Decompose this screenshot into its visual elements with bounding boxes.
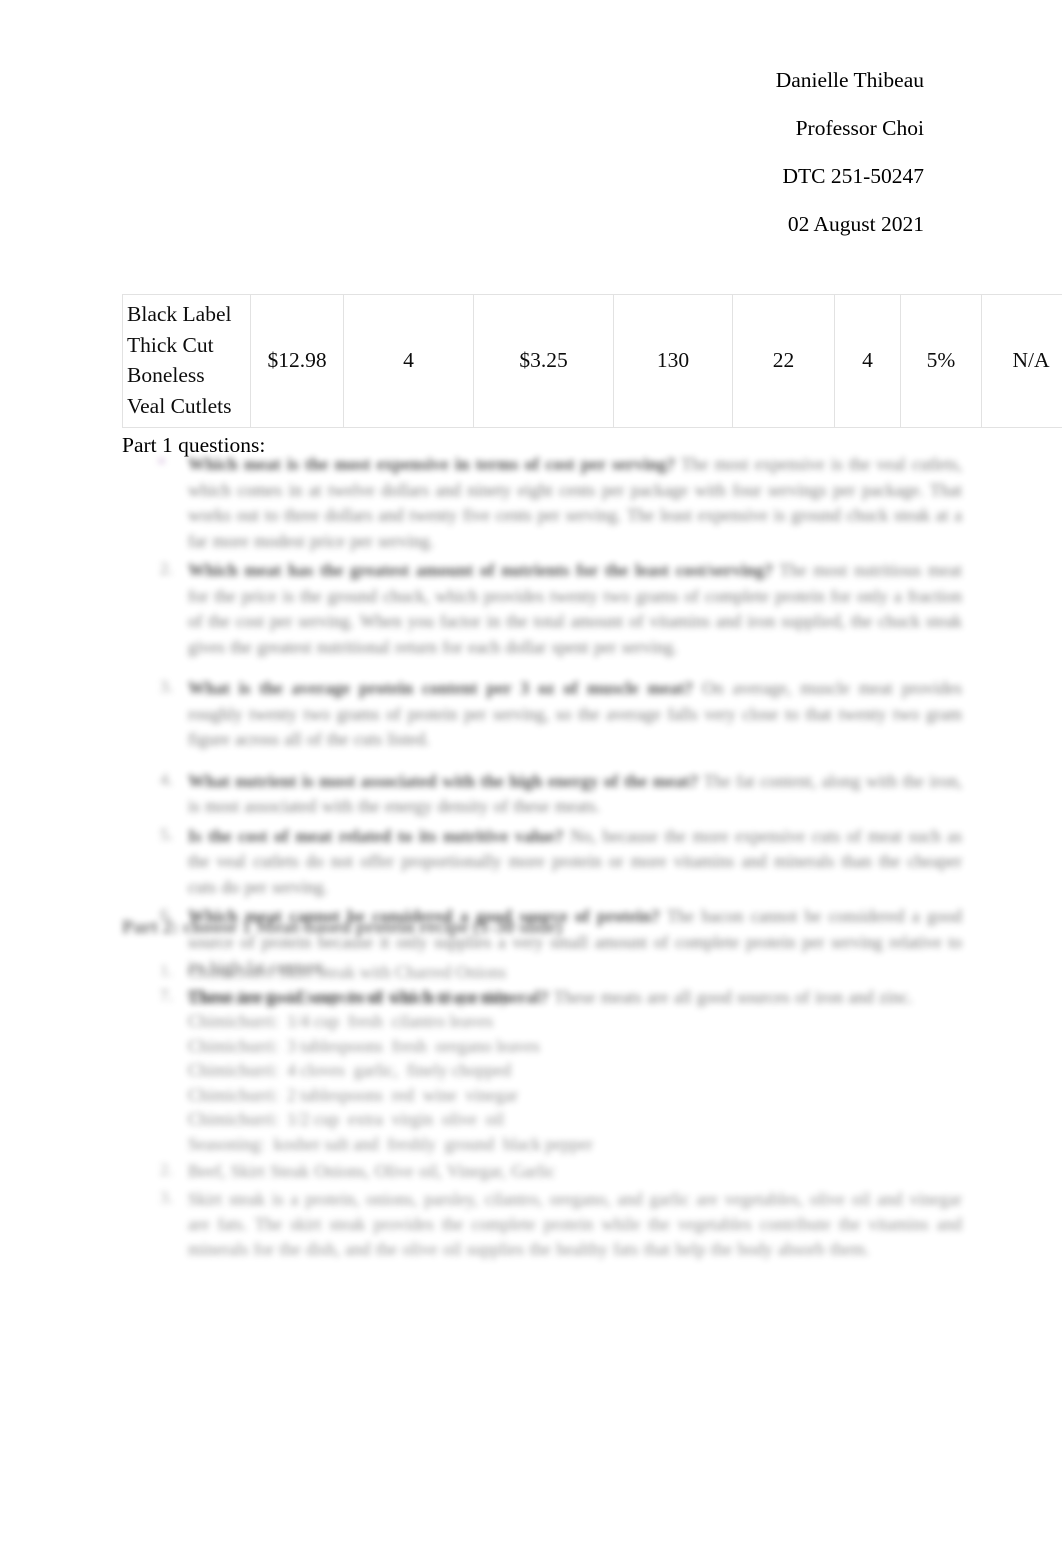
question-prompt: Which meat has the greatest amount of nu… bbox=[188, 560, 773, 580]
part2-heading: Part 2: choose 1 Meat-based protein reci… bbox=[122, 917, 563, 938]
question-text: What nutrient is most associated with th… bbox=[188, 769, 962, 820]
list-marker: 2. bbox=[160, 559, 173, 578]
recipe-text: Skirt steak is a protein, onions, parsle… bbox=[188, 1189, 962, 1259]
question-item: ▪ Which meat is the most expensive in te… bbox=[122, 450, 962, 554]
list-marker: 1. bbox=[160, 961, 173, 980]
table-cell-fat: 4 bbox=[834, 294, 901, 428]
list-marker: 3. bbox=[160, 677, 173, 696]
part2-list: 1. Chimichurri Skirt Steak with Charred … bbox=[122, 960, 962, 1262]
recipe-text: Beef, Skirt Steak Onions, Olive oil, Vin… bbox=[188, 1161, 556, 1181]
list-bullet-icon: ▪ bbox=[158, 450, 166, 472]
question-text: Is the cost of meat related to its nutri… bbox=[188, 824, 962, 901]
header-line-professor: Professor Choi bbox=[795, 116, 924, 140]
table-cell-package-price: $12.98 bbox=[250, 294, 344, 428]
recipe-item: 2. Beef, Skirt Steak Onions, Olive oil, … bbox=[122, 1159, 962, 1184]
table-cell-product-name: Black Label Thick Cut Boneless Veal Cutl… bbox=[122, 294, 251, 428]
recipe-lines: Chimichurri Skirt Steak with Charred Oni… bbox=[188, 960, 962, 1156]
document-page: Danielle Thibeau Professor Choi DTC 251-… bbox=[0, 0, 1062, 1561]
question-text: Which meat is the most expensive in term… bbox=[188, 452, 962, 554]
recipe-line: Chimichurri: 4 cloves garlic, finely cho… bbox=[188, 1060, 512, 1080]
question-text: What is the average protein content per … bbox=[188, 676, 962, 753]
table-cell-servings: 4 bbox=[343, 294, 474, 428]
recipe-line: Chimichurri: 3 tablespoons fresh oregano… bbox=[188, 1035, 540, 1056]
part2-heading-wrapper: Part 2: choose 1 Meat-based protein reci… bbox=[122, 915, 962, 941]
table-cell-iron: N/A bbox=[981, 294, 1062, 428]
recipe-item: 1. Chimichurri Skirt Steak with Charred … bbox=[122, 960, 962, 1156]
mla-header-block: Danielle Thibeau Professor Choi DTC 251-… bbox=[0, 56, 924, 248]
question-item: 3. What is the average protein content p… bbox=[122, 676, 962, 753]
header-line-course: DTC 251-50247 bbox=[782, 164, 924, 188]
question-text: Which meat has the greatest amount of nu… bbox=[188, 558, 962, 660]
question-prompt: What is the average protein content per … bbox=[188, 678, 694, 698]
list-marker: 3. bbox=[160, 1188, 173, 1207]
recipe-line: Seasoning: kosher salt and freshly groun… bbox=[188, 1133, 593, 1154]
recipe-line: Chimichurri: 1/4 cup fresh cilantro leav… bbox=[188, 1011, 494, 1031]
list-marker: 4. bbox=[160, 769, 173, 789]
question-prompt: What nutrient is most associated with th… bbox=[188, 770, 699, 791]
question-prompt: Which meat is the most expensive in term… bbox=[188, 454, 676, 474]
table-cell-calories: 130 bbox=[613, 294, 733, 428]
table-cell-percent: 5% bbox=[900, 294, 982, 428]
question-prompt: Is the cost of meat related to its nutri… bbox=[188, 825, 564, 846]
table-row: Black Label Thick Cut Boneless Veal Cutl… bbox=[122, 294, 1062, 428]
recipe-item: 3. Skirt steak is a protein, onions, par… bbox=[122, 1187, 962, 1262]
question-item: 2. Which meat has the greatest amount of… bbox=[122, 558, 962, 660]
header-line-date: 02 August 2021 bbox=[787, 212, 924, 236]
header-line-author: Danielle Thibeau bbox=[775, 68, 924, 92]
recipe-line: Chimichurri: 1/2 cup fresh flat leaf par… bbox=[188, 986, 510, 1007]
list-marker: 5. bbox=[160, 824, 173, 844]
list-marker: 2. bbox=[160, 1160, 173, 1179]
question-item: 5. Is the cost of meat related to its nu… bbox=[122, 824, 962, 901]
question-item: 4. What nutrient is most associated with… bbox=[122, 769, 962, 820]
nutrition-table-wrapper: Black Label Thick Cut Boneless Veal Cutl… bbox=[122, 294, 1062, 428]
nutrition-table: Black Label Thick Cut Boneless Veal Cutl… bbox=[122, 294, 1062, 428]
table-cell-protein: 22 bbox=[732, 294, 835, 428]
part2-heading-blur-layer: Part 2: choose 1 Meat-based protein reci… bbox=[122, 915, 962, 941]
recipe-line: Chimichurri Skirt Steak with Charred Oni… bbox=[188, 962, 507, 982]
part2-blur-layer: 1. Chimichurri Skirt Steak with Charred … bbox=[122, 960, 962, 1262]
recipe-line: Chimichurri: 1/2 cup extra virgin olive … bbox=[188, 1109, 505, 1129]
table-cell-cost-per-serving: $3.25 bbox=[473, 294, 614, 428]
part2-body: 1. Chimichurri Skirt Steak with Charred … bbox=[122, 960, 962, 1265]
recipe-line: Chimichurri: 2 tablespoons red wine vine… bbox=[188, 1084, 518, 1105]
